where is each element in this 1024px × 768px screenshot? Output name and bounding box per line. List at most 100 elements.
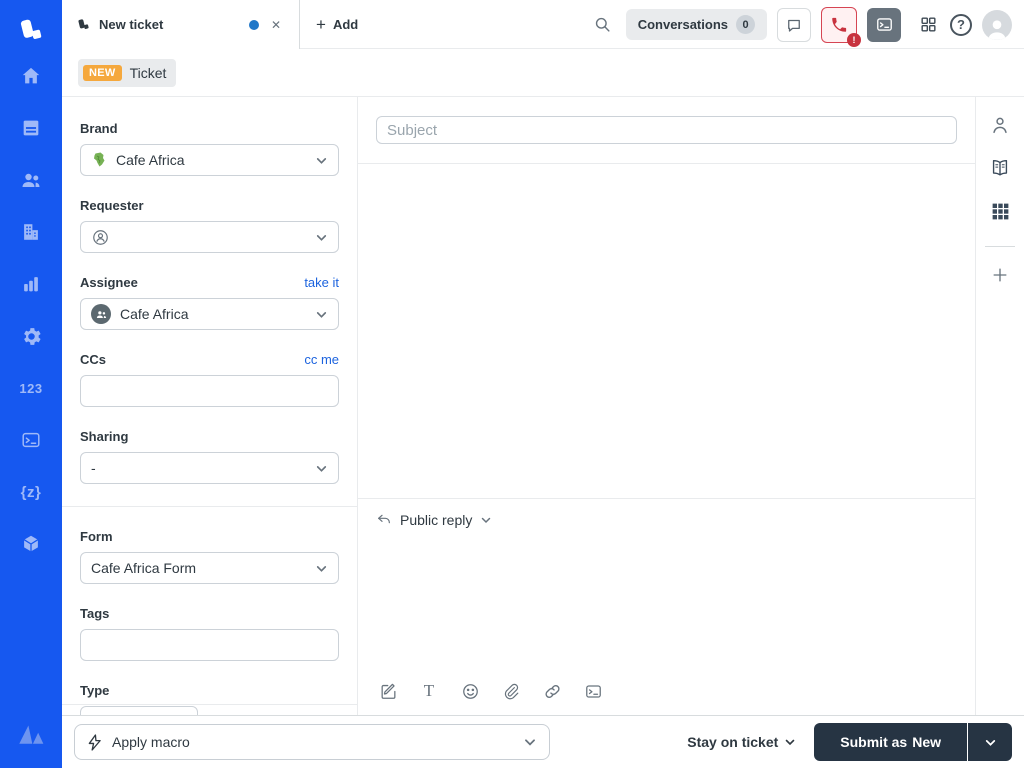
search-icon [595,17,610,32]
views-icon [23,120,39,136]
tags-field: Tags [80,606,339,661]
apply-macro-combobox[interactable]: Apply macro [74,724,550,760]
ccs-label: CCs [80,352,107,367]
submit-options-button[interactable] [968,723,1012,761]
breadcrumb: NEW Ticket [78,58,177,87]
chevron-down-icon [316,157,327,164]
reply-channel-selector[interactable]: Public reply [358,499,510,528]
chevron-down-icon [525,739,535,746]
assignee-label: Assignee [80,275,138,290]
type-field: Type - [80,683,339,715]
apps-panel-button[interactable] [986,197,1014,225]
chat-button[interactable] [777,7,811,42]
add-tab-button[interactable]: + Add [316,0,358,48]
breadcrumb-row: NEW Ticket [62,49,1024,97]
attachment-button[interactable] [501,681,521,701]
rich-text-button[interactable] [378,681,398,701]
assignee-select[interactable]: Cafe Africa [80,298,339,330]
nav-sandbox[interactable] [0,518,62,570]
top-toolbar: Conversations 0 ! ? [589,0,1012,49]
link-icon [544,684,560,698]
compose-pen-icon [381,683,395,699]
form-select[interactable]: Cafe Africa Form [80,552,339,584]
conversations-button[interactable]: Conversations 0 [625,9,767,40]
requester-select[interactable] [80,221,339,253]
ticket-compose-area: Public reply T [358,97,975,715]
sharing-select[interactable]: - [80,452,339,484]
emoji-button[interactable] [460,681,480,701]
help-button[interactable]: ? [950,13,972,36]
question-mark-icon: ? [957,17,965,32]
tags-input[interactable] [91,637,328,653]
console-button[interactable] [867,7,901,42]
conversation-body[interactable] [358,164,975,499]
cc-me-link[interactable]: cc me [304,352,339,367]
emoji-smiley-icon [462,683,478,699]
chevron-down-icon [316,565,327,572]
grid-apps-icon [921,17,936,32]
assignee-field: Assignee take it Cafe Africa [80,275,339,330]
rail-divider [985,246,1015,247]
form-field: Form Cafe Africa Form [80,529,339,584]
nav-integrations[interactable]: {z} [0,466,62,518]
knowledge-button[interactable] [986,154,1014,182]
zendesk-wordmark-logo [15,721,47,752]
nav-organizations[interactable] [0,206,62,258]
apps-switcher-button[interactable] [917,13,940,36]
nav-reporting[interactable] [0,258,62,310]
chat-bubble-icon [788,19,800,32]
chevron-down-icon [316,465,327,472]
ccs-input[interactable] [91,383,328,399]
zendesk-agent-workspace: 123 {z} New ticket ✕ + Add Conversations… [0,0,1024,768]
requester-field: Requester [80,198,339,253]
stay-on-ticket-label: Stay on ticket [687,734,779,750]
person-icon [993,117,1007,134]
brand-select[interactable]: Cafe Africa [80,144,339,176]
nav-talk-numbers[interactable]: 123 [0,362,62,414]
reporting-icon [24,277,38,292]
user-avatar[interactable] [982,9,1012,40]
reply-channel-label: Public reply [400,512,473,528]
reply-editor-section: Public reply T [358,499,975,715]
zendesk-logo-icon [20,19,42,39]
unsaved-indicator-dot [248,19,259,30]
type-select[interactable]: - [80,706,198,715]
submit-label: Submit as [840,734,908,750]
ticket-properties-panel: Brand Cafe Africa Requester Assignee tak… [62,97,358,715]
close-tab-icon[interactable]: ✕ [267,16,285,34]
search-button[interactable] [589,11,616,38]
chevron-down-icon [482,517,491,524]
reply-text-area[interactable] [358,528,975,681]
submit-as-new-button[interactable]: Submit as New [814,723,967,761]
nav-admin[interactable] [0,310,62,362]
person-circle-icon [93,229,108,245]
phone-alert-badge: ! [847,32,861,47]
customers-icon [22,173,40,187]
phone-icon [832,17,847,32]
talk-phone-button[interactable]: ! [821,6,861,47]
plus-icon [993,268,1007,282]
tab-title: New ticket [99,17,164,32]
app-shortcuts-button[interactable] [583,681,603,701]
ticket-tab-icon [78,19,89,29]
stay-on-ticket-button[interactable]: Stay on ticket [687,734,796,750]
sharing-value: - [91,460,96,476]
nav-home[interactable] [0,50,62,102]
form-label: Form [80,529,113,544]
sharing-field: Sharing - [80,429,339,484]
reply-arrow-icon [378,514,390,524]
panel-bottom-divider [62,704,358,705]
nav-views[interactable] [0,102,62,154]
subject-input[interactable] [376,116,957,144]
take-it-link[interactable]: take it [304,275,339,290]
nav-dev-tools[interactable] [0,414,62,466]
add-panel-button[interactable] [986,261,1014,289]
nav-customers[interactable] [0,154,62,206]
tab-new-ticket[interactable]: New ticket ✕ [62,0,300,49]
link-button[interactable] [542,681,562,701]
ccs-field: CCs cc me [80,352,339,407]
top-bar: New ticket ✕ + Add Conversations 0 ! ? N… [62,0,1024,97]
customer-context-button[interactable] [986,111,1014,139]
text-format-button[interactable]: T [419,681,439,701]
plus-icon: + [316,14,326,34]
